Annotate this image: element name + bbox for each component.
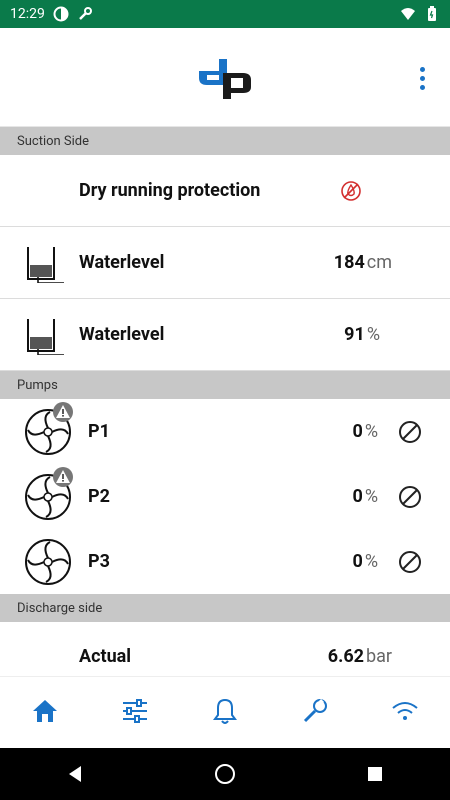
nav-home-button[interactable] <box>23 691 67 735</box>
actual-label: Actual <box>79 646 132 667</box>
sliders-icon <box>121 698 149 728</box>
waterlevel-value: 184 <box>333 252 365 273</box>
tank-level-icon <box>24 315 64 356</box>
waterlevel-label: Waterlevel <box>79 324 165 345</box>
waterlevel-reading: 91 % <box>344 324 380 345</box>
section-discharge-title: Discharge side <box>17 600 103 616</box>
pump-disabled-icon[interactable] <box>398 420 422 444</box>
pump-name: P3 <box>88 551 110 572</box>
warning-icon <box>52 466 74 488</box>
actual-unit: bar <box>366 646 392 667</box>
status-bar: 12:29 <box>0 0 450 28</box>
section-pumps-title: Pumps <box>17 377 58 393</box>
home-icon <box>31 698 59 728</box>
nav-settings-button[interactable] <box>113 691 157 735</box>
app-logo <box>197 55 253 99</box>
pump-reading: 0 % <box>352 551 378 572</box>
section-suction-title: Suction Side <box>17 133 90 149</box>
pump-disabled-icon[interactable] <box>398 485 422 509</box>
wifi-icon <box>391 700 419 726</box>
waterlevel-unit: % <box>366 324 380 345</box>
status-time: 12:29 <box>10 6 45 22</box>
menu-dot-icon <box>419 75 425 81</box>
data-saver-icon <box>53 6 69 22</box>
waterlevel-label: Waterlevel <box>79 252 165 273</box>
pump-row-p3[interactable]: P3 0 % <box>0 529 450 594</box>
nav-connection-button[interactable] <box>383 691 427 735</box>
discharge-actual-row[interactable]: Actual 6.62 bar <box>0 622 450 680</box>
pump-disabled-icon[interactable] <box>398 550 422 574</box>
waterlevel-cm-row[interactable]: Waterlevel 184 cm <box>0 227 450 299</box>
pump-unit: % <box>364 551 378 572</box>
pump-value: 0 <box>352 421 363 442</box>
actual-value: 6.62 <box>327 646 364 667</box>
nav-alarms-button[interactable] <box>203 691 247 735</box>
pump-unit: % <box>364 421 378 442</box>
pump-reading: 0 % <box>352 421 378 442</box>
battery-icon <box>424 6 440 22</box>
waterlevel-unit: cm <box>366 252 392 273</box>
section-pumps-header: Pumps <box>0 371 450 399</box>
recents-icon[interactable] <box>363 762 387 786</box>
app-header <box>0 28 450 127</box>
pump-row-p2[interactable]: P2 0 % <box>0 464 450 529</box>
menu-dot-icon <box>419 66 425 72</box>
system-navigation-bar <box>0 748 450 800</box>
warning-icon <box>52 401 74 423</box>
pump-reading: 0 % <box>352 486 378 507</box>
menu-dot-icon <box>419 84 425 90</box>
back-icon[interactable] <box>63 762 87 786</box>
bell-icon <box>212 697 238 729</box>
dry-running-row[interactable]: Dry running protection <box>0 155 450 227</box>
waterlevel-value: 91 <box>344 324 365 345</box>
no-water-alert-icon <box>340 180 362 202</box>
pump-value: 0 <box>352 551 363 572</box>
actual-reading: 6.62 bar <box>328 646 392 667</box>
pump-name: P2 <box>88 486 110 507</box>
pump-value: 0 <box>352 486 363 507</box>
tank-level-icon <box>24 243 64 284</box>
pump-name: P1 <box>88 421 110 442</box>
pump-unit: % <box>364 486 378 507</box>
pump-row-p1[interactable]: P1 0 % <box>0 399 450 464</box>
wrench-icon <box>301 697 329 729</box>
overflow-menu-button[interactable] <box>410 66 434 90</box>
waterlevel-percent-row[interactable]: Waterlevel 91 % <box>0 299 450 371</box>
section-suction-header: Suction Side <box>0 127 450 155</box>
waterlevel-reading: 184 cm <box>334 252 392 273</box>
home-circle-icon[interactable] <box>213 762 237 786</box>
pump-fan-icon <box>24 538 72 586</box>
wifi-status-icon <box>400 6 416 22</box>
wrench-status-icon <box>77 6 93 22</box>
nav-service-button[interactable] <box>293 691 337 735</box>
bottom-navigation <box>0 676 450 749</box>
dry-running-label: Dry running protection <box>79 180 261 201</box>
section-discharge-header: Discharge side <box>0 594 450 622</box>
